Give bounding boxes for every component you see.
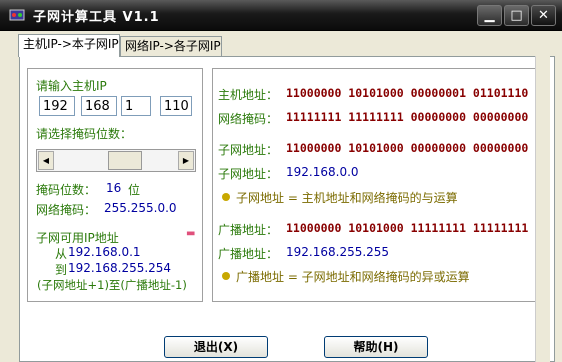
ip-octet-2[interactable]: 168: [81, 96, 117, 116]
mask-prompt: 请选择掩码位数：: [36, 127, 133, 141]
netmask-value: 255.255.0.0: [104, 201, 177, 215]
minimize-icon: ▁: [484, 8, 495, 23]
ip-prompt: 请输入主机IP: [36, 79, 107, 93]
broadcast-address-value: 192.168.255.255: [286, 245, 390, 259]
maximize-button[interactable]: □: [504, 5, 529, 26]
ip-octet-1[interactable]: 192: [39, 96, 75, 116]
close-button[interactable]: ✕: [531, 5, 556, 26]
slider-thumb[interactable]: [107, 151, 142, 170]
subnet-bits-value: 11000000 10101000 00000000 00000000: [286, 141, 529, 155]
host-bits-value: 11000000 10101000 00000001 01101110: [286, 86, 529, 100]
help-button[interactable]: 帮助(H): [324, 336, 428, 358]
arrow-right-icon: ▶: [182, 156, 190, 165]
maximize-icon: □: [510, 8, 523, 23]
from-label: 从: [55, 247, 68, 261]
ip-octet-4[interactable]: 110: [160, 96, 192, 116]
mask-bits-unit: 位: [128, 183, 141, 197]
tab-host-to-subnet[interactable]: 主机IP->本子网IP: [18, 34, 120, 57]
subnet-bits-label: 子网地址：: [218, 143, 279, 157]
ip-octet-3[interactable]: 1: [121, 96, 151, 116]
result-panel: [212, 68, 548, 302]
usable-ip-title: 子网可用IP地址: [36, 231, 119, 245]
subnet-formula-note: 子网地址 = 主机地址和网络掩码的与运算: [222, 189, 458, 206]
vertical-scrollbar[interactable]: [535, 56, 550, 362]
mask-bits-slider[interactable]: ◀ ▶: [36, 149, 196, 172]
arrow-left-icon: ◀: [42, 156, 50, 165]
exit-button[interactable]: 退出(X): [164, 336, 268, 358]
to-value: 192.168.255.254: [68, 261, 172, 275]
minimize-button[interactable]: ▁: [477, 5, 502, 26]
range-note: (子网地址+1)至(广播地址-1): [37, 278, 187, 292]
broadcast-formula-note: 广播地址 = 子网地址和网络掩码的异或运算: [222, 268, 470, 285]
bullet-icon: [222, 193, 230, 201]
mask-bits-row-value: 11111111 11111111 00000000 00000000: [286, 110, 529, 124]
broadcast-address-label: 广播地址：: [218, 247, 279, 261]
tab-network-to-subnets[interactable]: 网络IP->各子网IP: [120, 36, 222, 56]
broadcast-note-text: 广播地址 = 子网地址和网络掩码的异或运算: [236, 270, 470, 284]
slider-left-button[interactable]: ◀: [38, 151, 54, 170]
broadcast-bits-label: 广播地址：: [218, 223, 279, 237]
to-label: 到: [55, 263, 68, 277]
netmask-label: 网络掩码：: [36, 203, 97, 217]
mask-bits-label: 掩码位数：: [36, 183, 97, 197]
broadcast-bits-value: 11000000 10101000 11111111 11111111: [286, 221, 529, 235]
mask-bits-row-label: 网络掩码：: [218, 112, 279, 126]
slider-right-button[interactable]: ▶: [178, 151, 194, 170]
from-value: 192.168.0.1: [68, 245, 141, 259]
app-window: 子网计算工具 V1.1 ▁ □ ✕ 主机IP->本子网IP 网络IP->各子网I…: [0, 0, 562, 362]
bullet-icon: [222, 272, 230, 280]
close-icon: ✕: [538, 8, 549, 23]
subnet-address-value: 192.168.0.0: [286, 165, 359, 179]
subnet-address-label: 子网地址：: [218, 167, 279, 181]
subnet-note-text: 子网地址 = 主机地址和网络掩码的与运算: [236, 191, 458, 205]
host-bits-label: 主机地址：: [218, 88, 279, 102]
mask-bits-value: 16: [106, 181, 122, 195]
marker-dot: ▬: [186, 228, 196, 239]
app-icon: [9, 9, 25, 21]
title-bar[interactable]: 子网计算工具 V1.1 ▁ □ ✕: [0, 0, 562, 31]
window-title: 子网计算工具 V1.1: [33, 10, 160, 25]
